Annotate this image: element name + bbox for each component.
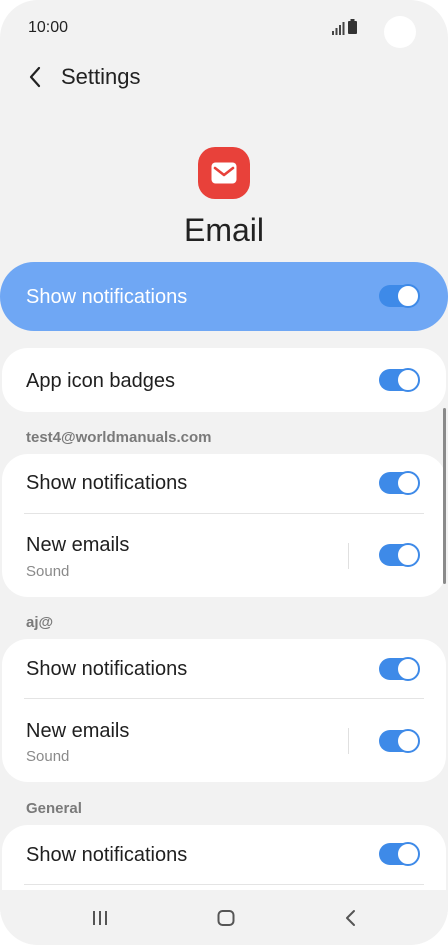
email-app-icon [198, 147, 250, 199]
row-subtitle: Sound [26, 563, 70, 580]
back-arrow-icon[interactable] [24, 64, 48, 90]
switch-knob [396, 729, 420, 753]
account-2-show-notifications-switch[interactable] [379, 657, 420, 681]
switch-knob [396, 543, 420, 567]
section-header-general: General [26, 800, 82, 817]
battery-icon [348, 19, 357, 34]
section-header-account-2: aj@ [26, 614, 54, 631]
envelope-icon [211, 162, 237, 184]
page-title: Settings [61, 64, 141, 89]
status-bar: 10:00 [0, 0, 448, 56]
app-name: Email [183, 212, 264, 248]
row-subtitle: Sound [26, 748, 70, 765]
row-title: New emails [26, 534, 130, 556]
master-toggle-label: Show notifications [26, 286, 188, 308]
row-title: Show notifications [26, 472, 188, 494]
recents-icon[interactable] [91, 908, 109, 928]
row-title: App icon badges [26, 370, 176, 392]
home-icon[interactable] [216, 908, 236, 928]
phone-screen: 10:00 Settings Email Show notifications [0, 0, 448, 945]
account-1-show-notifications-switch[interactable] [379, 471, 420, 495]
account-2-new-emails-switch[interactable] [379, 729, 420, 753]
row-title: Show notifications [26, 844, 188, 866]
row-title: New emails [26, 720, 130, 742]
switch-knob [396, 471, 420, 495]
switch-knob [396, 284, 420, 308]
status-time: 10:00 [28, 19, 69, 36]
section-header-account-1: test4@worldmanuals.com [26, 429, 212, 446]
nav-back-icon[interactable] [342, 908, 360, 928]
general-show-notifications-switch[interactable] [379, 842, 420, 866]
app-icon-badges-switch[interactable] [379, 368, 420, 392]
switch-knob [396, 368, 420, 392]
signal-icon [332, 22, 345, 35]
account-1-new-emails-switch[interactable] [379, 543, 420, 567]
account-2-card: Show notifications New emails Sound [2, 639, 446, 782]
vertical-separator [348, 543, 349, 569]
scrollbar[interactable] [443, 408, 446, 584]
vertical-separator [348, 728, 349, 754]
divider [24, 884, 424, 885]
row-title: Show notifications [26, 658, 188, 680]
account-1-card: Show notifications New emails Sound [2, 454, 446, 597]
switch-knob [396, 842, 420, 866]
switch-knob [396, 657, 420, 681]
master-switch[interactable] [379, 284, 420, 308]
front-camera [384, 16, 416, 48]
